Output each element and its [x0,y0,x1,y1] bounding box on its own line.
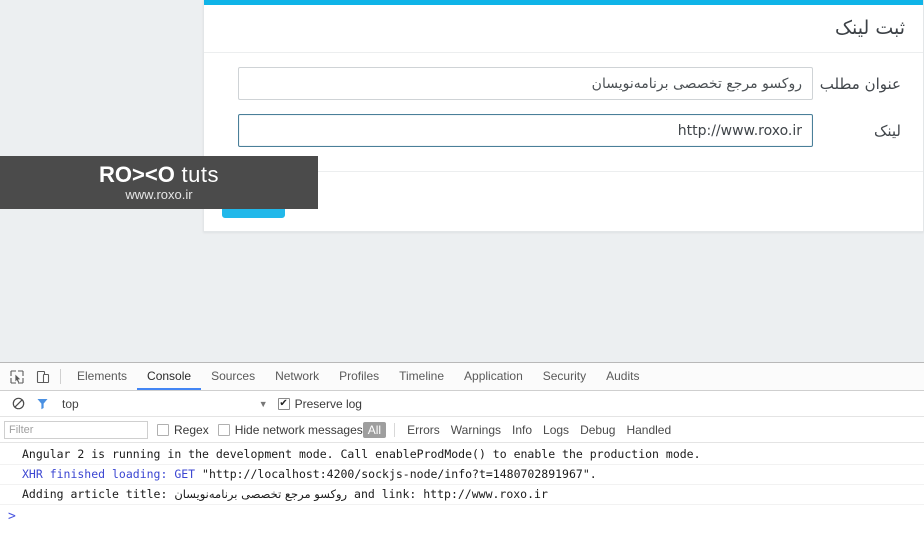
console-message-suffix: and link: http://www.roxo.ir [347,487,548,501]
toolbar-divider [60,369,61,384]
tab-timeline[interactable]: Timeline [389,363,454,390]
clear-console-icon[interactable] [6,397,30,410]
level-warnings[interactable]: Warnings [446,422,506,438]
tab-audits[interactable]: Audits [596,363,649,390]
console-message-prefix: XHR finished loading: GET [22,467,196,481]
watermark-site: www.roxo.ir [125,186,193,202]
chevron-down-icon[interactable]: ▼ [259,399,268,409]
console-message-rtl-text: روکسو مرجع تخصصی برنامه‌نویسان [174,487,348,501]
label-link: لینک [873,121,901,140]
devtools-tabbar: Elements Console Sources Network Profile… [0,363,924,391]
card-header: ثبت لینک [204,5,923,53]
regex-label: Regex [174,422,209,437]
level-logs[interactable]: Logs [538,422,574,438]
level-debug[interactable]: Debug [575,422,620,438]
tab-network[interactable]: Network [265,363,329,390]
console-message: XHR finished loading: GET "http://localh… [0,465,924,485]
watermark-brand-light: tuts [181,161,219,187]
regex-checkbox[interactable] [157,423,169,436]
console-filter-bar: Regex Hide network messages All Errors W… [0,417,924,443]
watermark-brand-bold: RO><O [99,161,175,187]
preserve-log-toggle[interactable]: ✔ Preserve log [277,396,362,411]
console-prompt-row[interactable]: > [0,505,924,527]
card-body: عنوان مطلب لینک [204,53,923,171]
form-row-link: لینک [222,114,905,147]
roxo-watermark: RO><O tuts www.roxo.ir [0,156,318,209]
preserve-log-label: Preserve log [294,396,362,411]
console-prompt-input[interactable] [21,508,924,524]
tab-application[interactable]: Application [454,363,533,390]
tab-console[interactable]: Console [137,363,202,390]
tab-security[interactable]: Security [533,363,596,390]
console-prompt-arrow-icon: > [8,508,16,524]
console-output: Angular 2 is running in the development … [0,443,924,527]
hide-network-label: Hide network messages [234,422,363,437]
screen-root: ثبت لینک عنوان مطلب لینک ثبت RO><O [0,0,924,543]
filter-funnel-icon[interactable] [30,397,54,410]
tab-profiles[interactable]: Profiles [329,363,389,390]
console-filter-input[interactable] [4,420,148,439]
preserve-log-checkbox[interactable]: ✔ [277,397,290,410]
page-viewport: ثبت لینک عنوان مطلب لینک ثبت RO><O [0,0,924,362]
link-input[interactable] [238,114,813,147]
console-message: Angular 2 is running in the development … [0,445,924,465]
form-row-title: عنوان مطلب [222,67,905,100]
console-message-text: Angular 2 is running in the development … [22,447,701,461]
label-article-title: عنوان مطلب [819,74,901,93]
article-title-input[interactable] [238,67,813,100]
inspect-element-icon[interactable] [4,363,30,390]
tab-sources[interactable]: Sources [201,363,265,390]
console-message-prefix: Adding article title: [22,487,175,501]
hide-network-messages-toggle[interactable]: Hide network messages [217,422,363,437]
page-title: ثبت لینک [835,17,905,39]
hide-network-checkbox[interactable] [217,423,230,436]
regex-toggle[interactable]: Regex [157,423,209,437]
watermark-brand: RO><O tuts [99,163,219,186]
level-info[interactable]: Info [507,422,537,438]
console-message: Adding article title: روکسو مرجع تخصصی ب… [0,485,924,505]
console-message-text: "http://localhost:4200/sockjs-node/info?… [195,467,597,481]
console-context-bar: top ▼ ✔ Preserve log [0,391,924,417]
level-divider [394,422,396,437]
level-handled[interactable]: Handled [621,422,676,438]
devtools-panel: Elements Console Sources Network Profile… [0,362,924,543]
console-context-selector[interactable]: top [62,397,79,411]
devtools-tab-list: Elements Console Sources Network Profile… [67,363,649,390]
tab-elements[interactable]: Elements [67,363,137,390]
level-errors[interactable]: Errors [402,422,445,438]
level-all[interactable]: All [362,421,387,438]
device-toolbar-icon[interactable] [30,363,56,390]
